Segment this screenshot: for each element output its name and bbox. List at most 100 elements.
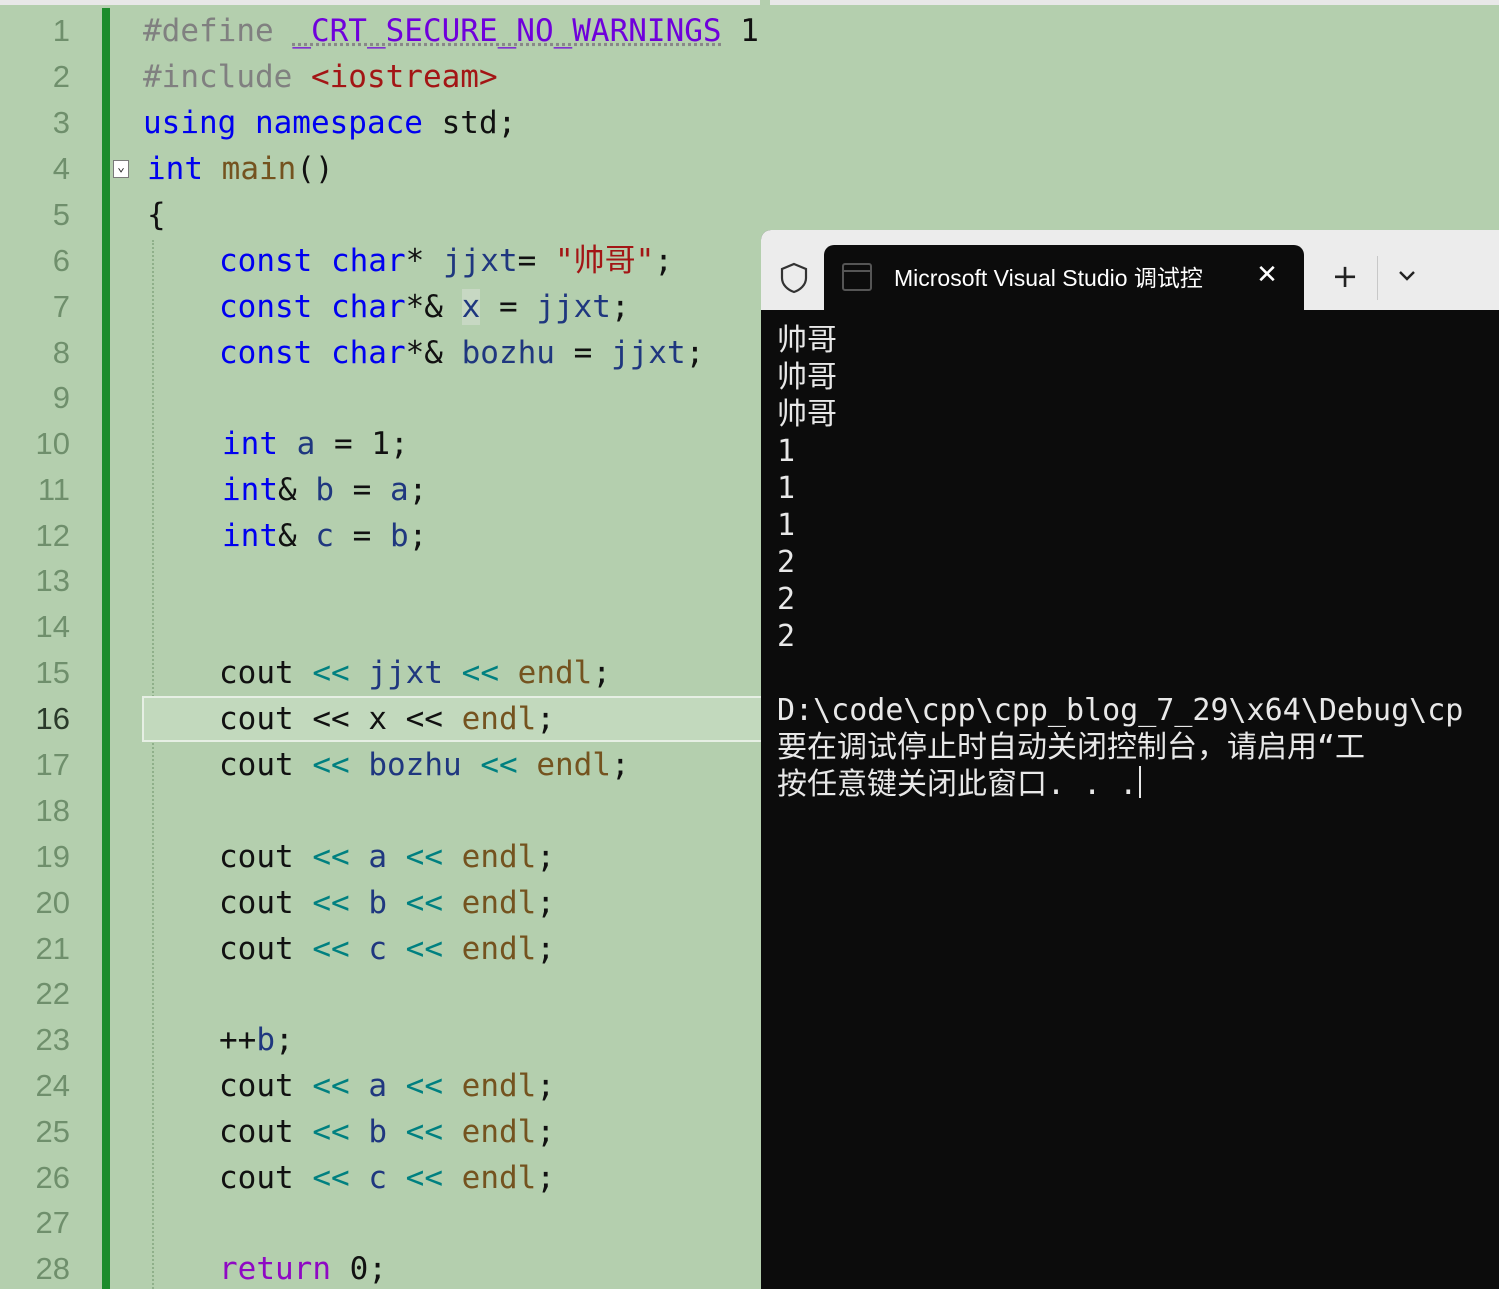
punctuation: = — [517, 243, 555, 279]
code-line-3[interactable]: using namespace std; — [143, 103, 516, 143]
operator: << — [480, 747, 518, 783]
return-value: 0; — [330, 1251, 387, 1287]
operator: << — [312, 839, 350, 875]
code-line-10[interactable]: int a = 1; — [222, 424, 409, 464]
keyword-return: return — [219, 1251, 331, 1287]
variable: a — [368, 1068, 387, 1104]
code-line-20[interactable]: cout << b << endl; — [219, 883, 555, 923]
preprocessor-directive: #define — [143, 13, 293, 49]
code-line-5[interactable]: { — [147, 195, 166, 235]
variable: c — [368, 1160, 387, 1196]
console-output[interactable]: 帅哥 帅哥 帅哥 1 1 1 2 2 2 D:\code\cpp\cpp_blog_7_29\x6… — [777, 322, 1497, 803]
code-line-17[interactable]: cout << bozhu << endl; — [219, 745, 630, 785]
macro-value: 1 — [721, 13, 759, 49]
console-line-text: 1 — [777, 508, 796, 543]
code-line-25[interactable]: cout << b << endl; — [219, 1112, 555, 1152]
change-tracking-bar — [102, 8, 110, 1289]
code-line-16[interactable]: cout << x << endl; — [219, 699, 555, 739]
variable: b — [368, 885, 387, 921]
variable: a — [296, 426, 316, 462]
code-line-19[interactable]: cout << a << endl; — [219, 837, 555, 877]
punctuation: ; — [536, 1160, 555, 1196]
code-line-7[interactable]: const char*& x = jjxt; — [219, 287, 630, 327]
identifier: cout — [219, 1068, 313, 1104]
variable: bozhu — [461, 335, 555, 371]
variable: b — [390, 518, 409, 554]
console-line: 1 — [777, 507, 1497, 544]
keyword: const char — [219, 243, 406, 279]
text-cursor — [1139, 766, 1142, 798]
plus-icon[interactable]: + — [1327, 256, 1363, 296]
code-line-24[interactable]: cout << a << endl; — [219, 1066, 555, 1106]
console-line: 1 — [777, 433, 1497, 470]
identifier: cout — [219, 931, 313, 967]
operator: << — [405, 1160, 443, 1196]
code-line-23[interactable]: ++b; — [219, 1020, 294, 1060]
console-line-text: 帅哥 — [777, 397, 837, 432]
code-line-8[interactable]: const char*& bozhu = jjxt; — [219, 333, 704, 373]
indent-guide — [152, 240, 154, 1289]
line-number: 28 — [35, 1251, 70, 1286]
code-line-12[interactable]: int& c = b; — [222, 516, 427, 556]
code-line-4[interactable]: int main() — [147, 149, 334, 189]
operator: << — [405, 1114, 443, 1150]
brace: { — [147, 197, 166, 233]
line-number: 4 — [52, 151, 70, 186]
punctuation: ; — [536, 931, 555, 967]
punctuation: ; — [610, 289, 630, 325]
variable: b — [256, 1022, 275, 1058]
console-line: 2 — [777, 581, 1497, 618]
line-number: 13 — [35, 563, 70, 598]
fold-collapse-icon[interactable]: ⌄ — [113, 160, 129, 178]
operator: << — [405, 839, 443, 875]
code-line-6[interactable]: const char* jjxt= "帅哥"; — [219, 241, 673, 281]
line-number: 6 — [52, 243, 70, 278]
function-name: endl — [461, 885, 537, 921]
code-line-15[interactable]: cout << jjxt << endl; — [219, 653, 611, 693]
line-number: 1 — [52, 13, 70, 48]
code-line-1[interactable]: #define _CRT_SECURE_NO_WARNINGS 1 — [143, 11, 759, 51]
console-line-text: 2 — [777, 619, 796, 654]
function-name: endl — [461, 839, 537, 875]
variable: c — [368, 931, 387, 967]
function-name: endl — [461, 701, 537, 737]
console-line-text: 要在调试停止时自动关闭控制台，请启用“工 — [777, 730, 1366, 765]
terminal-icon — [842, 263, 872, 291]
line-number: 8 — [52, 335, 70, 370]
line-number: 22 — [35, 976, 70, 1011]
punctuation: ; — [536, 885, 555, 921]
keyword: using namespace — [143, 105, 423, 141]
function-name: endl — [461, 1114, 537, 1150]
punctuation: = — [480, 289, 537, 325]
console-line-text: 2 — [777, 545, 796, 580]
punctuation: ; — [685, 335, 705, 371]
namespace-name: std; — [422, 105, 517, 141]
keyword: const char — [219, 289, 406, 325]
variable: bozhu — [368, 747, 462, 783]
operator: << — [386, 701, 462, 737]
code-line-28[interactable]: return 0; — [219, 1249, 387, 1289]
code-line-11[interactable]: int& b = a; — [222, 470, 427, 510]
operator: << — [405, 1068, 443, 1104]
console-line: 帅哥 — [777, 322, 1497, 359]
chevron-down-icon[interactable] — [1389, 256, 1425, 296]
line-number: 21 — [35, 931, 70, 966]
code-line-26[interactable]: cout << c << endl; — [219, 1158, 555, 1198]
preprocessor-directive: #include — [143, 59, 311, 95]
line-number: 5 — [52, 197, 70, 232]
code-line-2[interactable]: #include <iostream> — [143, 57, 498, 97]
debug-console-window[interactable]: Microsoft Visual Studio 调试控 ✕ + 帅哥 帅哥 帅哥 1 1… — [761, 230, 1499, 1289]
close-icon[interactable]: ✕ — [1249, 257, 1285, 293]
variable: x — [368, 701, 387, 737]
console-line: 2 — [777, 544, 1497, 581]
tab-debug-console[interactable]: Microsoft Visual Studio 调试控 ✕ — [824, 245, 1304, 310]
code-line-21[interactable]: cout << c << endl; — [219, 929, 555, 969]
include-header: <iostream> — [310, 59, 498, 95]
